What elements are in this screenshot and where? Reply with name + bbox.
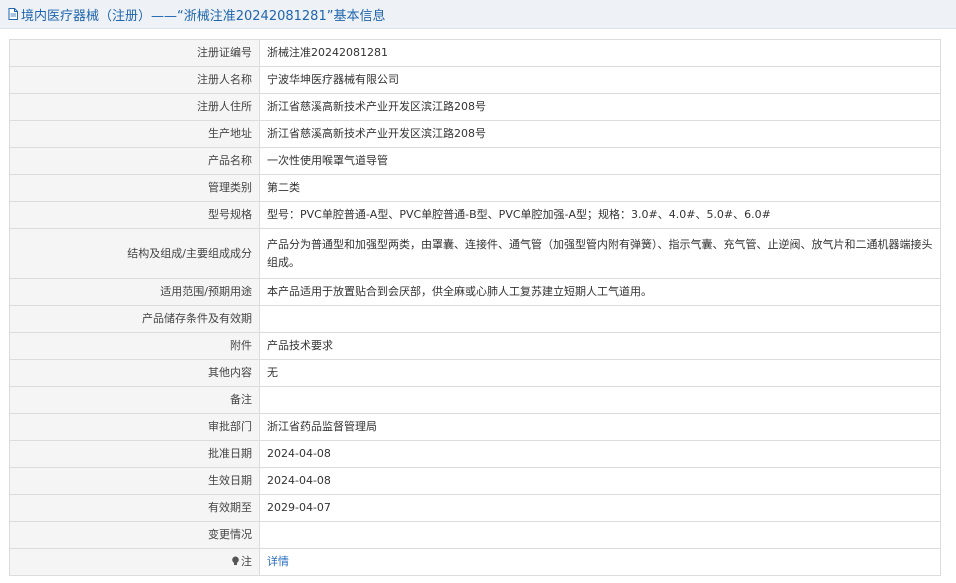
row-label-model-spec: 型号规格 bbox=[9, 201, 260, 229]
table-row: 有效期至 2029-04-07 bbox=[9, 494, 941, 522]
row-label-approval-date: 批准日期 bbox=[9, 440, 260, 468]
row-value-management-category: 第二类 bbox=[259, 174, 941, 202]
row-value-product-name: 一次性使用喉罩气道导管 bbox=[259, 147, 941, 175]
row-value-effective-date: 2024-04-08 bbox=[259, 467, 941, 495]
table-row: 附件 产品技术要求 bbox=[9, 332, 941, 360]
note-label: 注 bbox=[241, 555, 252, 568]
row-label-attachment: 附件 bbox=[9, 332, 260, 360]
row-label-change-history: 变更情况 bbox=[9, 521, 260, 549]
table-row: 注册人名称 宁波华坤医疗器械有限公司 bbox=[9, 66, 941, 94]
row-value-other-content: 无 bbox=[259, 359, 941, 387]
details-link[interactable]: 详情 bbox=[267, 555, 289, 568]
row-value-change-history bbox=[259, 521, 941, 549]
row-value-valid-until: 2029-04-07 bbox=[259, 494, 941, 522]
table-row: 生产地址 浙江省慈溪高新技术产业开发区滨江路208号 bbox=[9, 120, 941, 148]
row-label-structure-composition: 结构及组成/主要组成成分 bbox=[9, 228, 260, 279]
page-header: 境内医疗器械（注册）——“浙械注准20242081281”基本信息 bbox=[0, 0, 956, 29]
row-label-approval-department: 审批部门 bbox=[9, 413, 260, 441]
table-row: 适用范围/预期用途 本产品适用于放置贴合到会厌部，供全麻或心肺人工复苏建立短期人… bbox=[9, 278, 941, 306]
table-row: 生效日期 2024-04-08 bbox=[9, 467, 941, 495]
row-label-remarks: 备注 bbox=[9, 386, 260, 414]
row-label-effective-date: 生效日期 bbox=[9, 467, 260, 495]
table-row: 审批部门 浙江省药品监督管理局 bbox=[9, 413, 941, 441]
row-label-other-content: 其他内容 bbox=[9, 359, 260, 387]
row-label-storage-validity: 产品储存条件及有效期 bbox=[9, 305, 260, 333]
row-label-production-address: 生产地址 bbox=[9, 120, 260, 148]
table-row: 产品储存条件及有效期 bbox=[9, 305, 941, 333]
row-label-note: 注 bbox=[9, 548, 260, 576]
row-label-registration-number: 注册证编号 bbox=[9, 39, 260, 67]
row-label-management-category: 管理类别 bbox=[9, 174, 260, 202]
row-value-note: 详情 bbox=[259, 548, 941, 576]
table-row: 变更情况 bbox=[9, 521, 941, 549]
table-row: 注册证编号 浙械注准20242081281 bbox=[9, 39, 941, 67]
row-value-attachment: 产品技术要求 bbox=[259, 332, 941, 360]
row-label-intended-use: 适用范围/预期用途 bbox=[9, 278, 260, 306]
row-value-registrant-address: 浙江省慈溪高新技术产业开发区滨江路208号 bbox=[259, 93, 941, 121]
page: 境内医疗器械（注册）——“浙械注准20242081281”基本信息 注册证编号 … bbox=[0, 0, 956, 583]
bulb-icon bbox=[231, 554, 240, 565]
table-row: 备注 bbox=[9, 386, 941, 414]
row-value-production-address: 浙江省慈溪高新技术产业开发区滨江路208号 bbox=[259, 120, 941, 148]
table-row: 管理类别 第二类 bbox=[9, 174, 941, 202]
row-value-structure-composition: 产品分为普通型和加强型两类，由罩囊、连接件、通气管（加强型管内附有弹簧）、指示气… bbox=[259, 228, 941, 279]
table-row: 批准日期 2024-04-08 bbox=[9, 440, 941, 468]
table-row: 其他内容 无 bbox=[9, 359, 941, 387]
row-label-registrant-address: 注册人住所 bbox=[9, 93, 260, 121]
info-table-container: 注册证编号 浙械注准20242081281 注册人名称 宁波华坤医疗器械有限公司… bbox=[9, 39, 941, 576]
table-row: 结构及组成/主要组成成分 产品分为普通型和加强型两类，由罩囊、连接件、通气管（加… bbox=[9, 228, 941, 279]
row-value-intended-use: 本产品适用于放置贴合到会厌部，供全麻或心肺人工复苏建立短期人工气道用。 bbox=[259, 278, 941, 306]
row-value-registration-number: 浙械注准20242081281 bbox=[259, 39, 941, 67]
row-value-remarks bbox=[259, 386, 941, 414]
row-value-approval-department: 浙江省药品监督管理局 bbox=[259, 413, 941, 441]
row-label-registrant-name: 注册人名称 bbox=[9, 66, 260, 94]
row-label-product-name: 产品名称 bbox=[9, 147, 260, 175]
document-icon bbox=[8, 8, 18, 20]
row-value-storage-validity bbox=[259, 305, 941, 333]
table-row: 型号规格 型号：PVC单腔普通-A型、PVC单腔普通-B型、PVC单腔加强-A型… bbox=[9, 201, 941, 229]
row-value-approval-date: 2024-04-08 bbox=[259, 440, 941, 468]
table-row: 注册人住所 浙江省慈溪高新技术产业开发区滨江路208号 bbox=[9, 93, 941, 121]
basic-info-table: 注册证编号 浙械注准20242081281 注册人名称 宁波华坤医疗器械有限公司… bbox=[9, 39, 941, 576]
table-row: 产品名称 一次性使用喉罩气道导管 bbox=[9, 147, 941, 175]
page-title: 境内医疗器械（注册）——“浙械注准20242081281”基本信息 bbox=[21, 8, 386, 24]
table-row: 注 详情 bbox=[9, 548, 941, 576]
row-label-valid-until: 有效期至 bbox=[9, 494, 260, 522]
row-value-registrant-name: 宁波华坤医疗器械有限公司 bbox=[259, 66, 941, 94]
row-value-model-spec: 型号：PVC单腔普通-A型、PVC单腔普通-B型、PVC单腔加强-A型；规格：3… bbox=[259, 201, 941, 229]
